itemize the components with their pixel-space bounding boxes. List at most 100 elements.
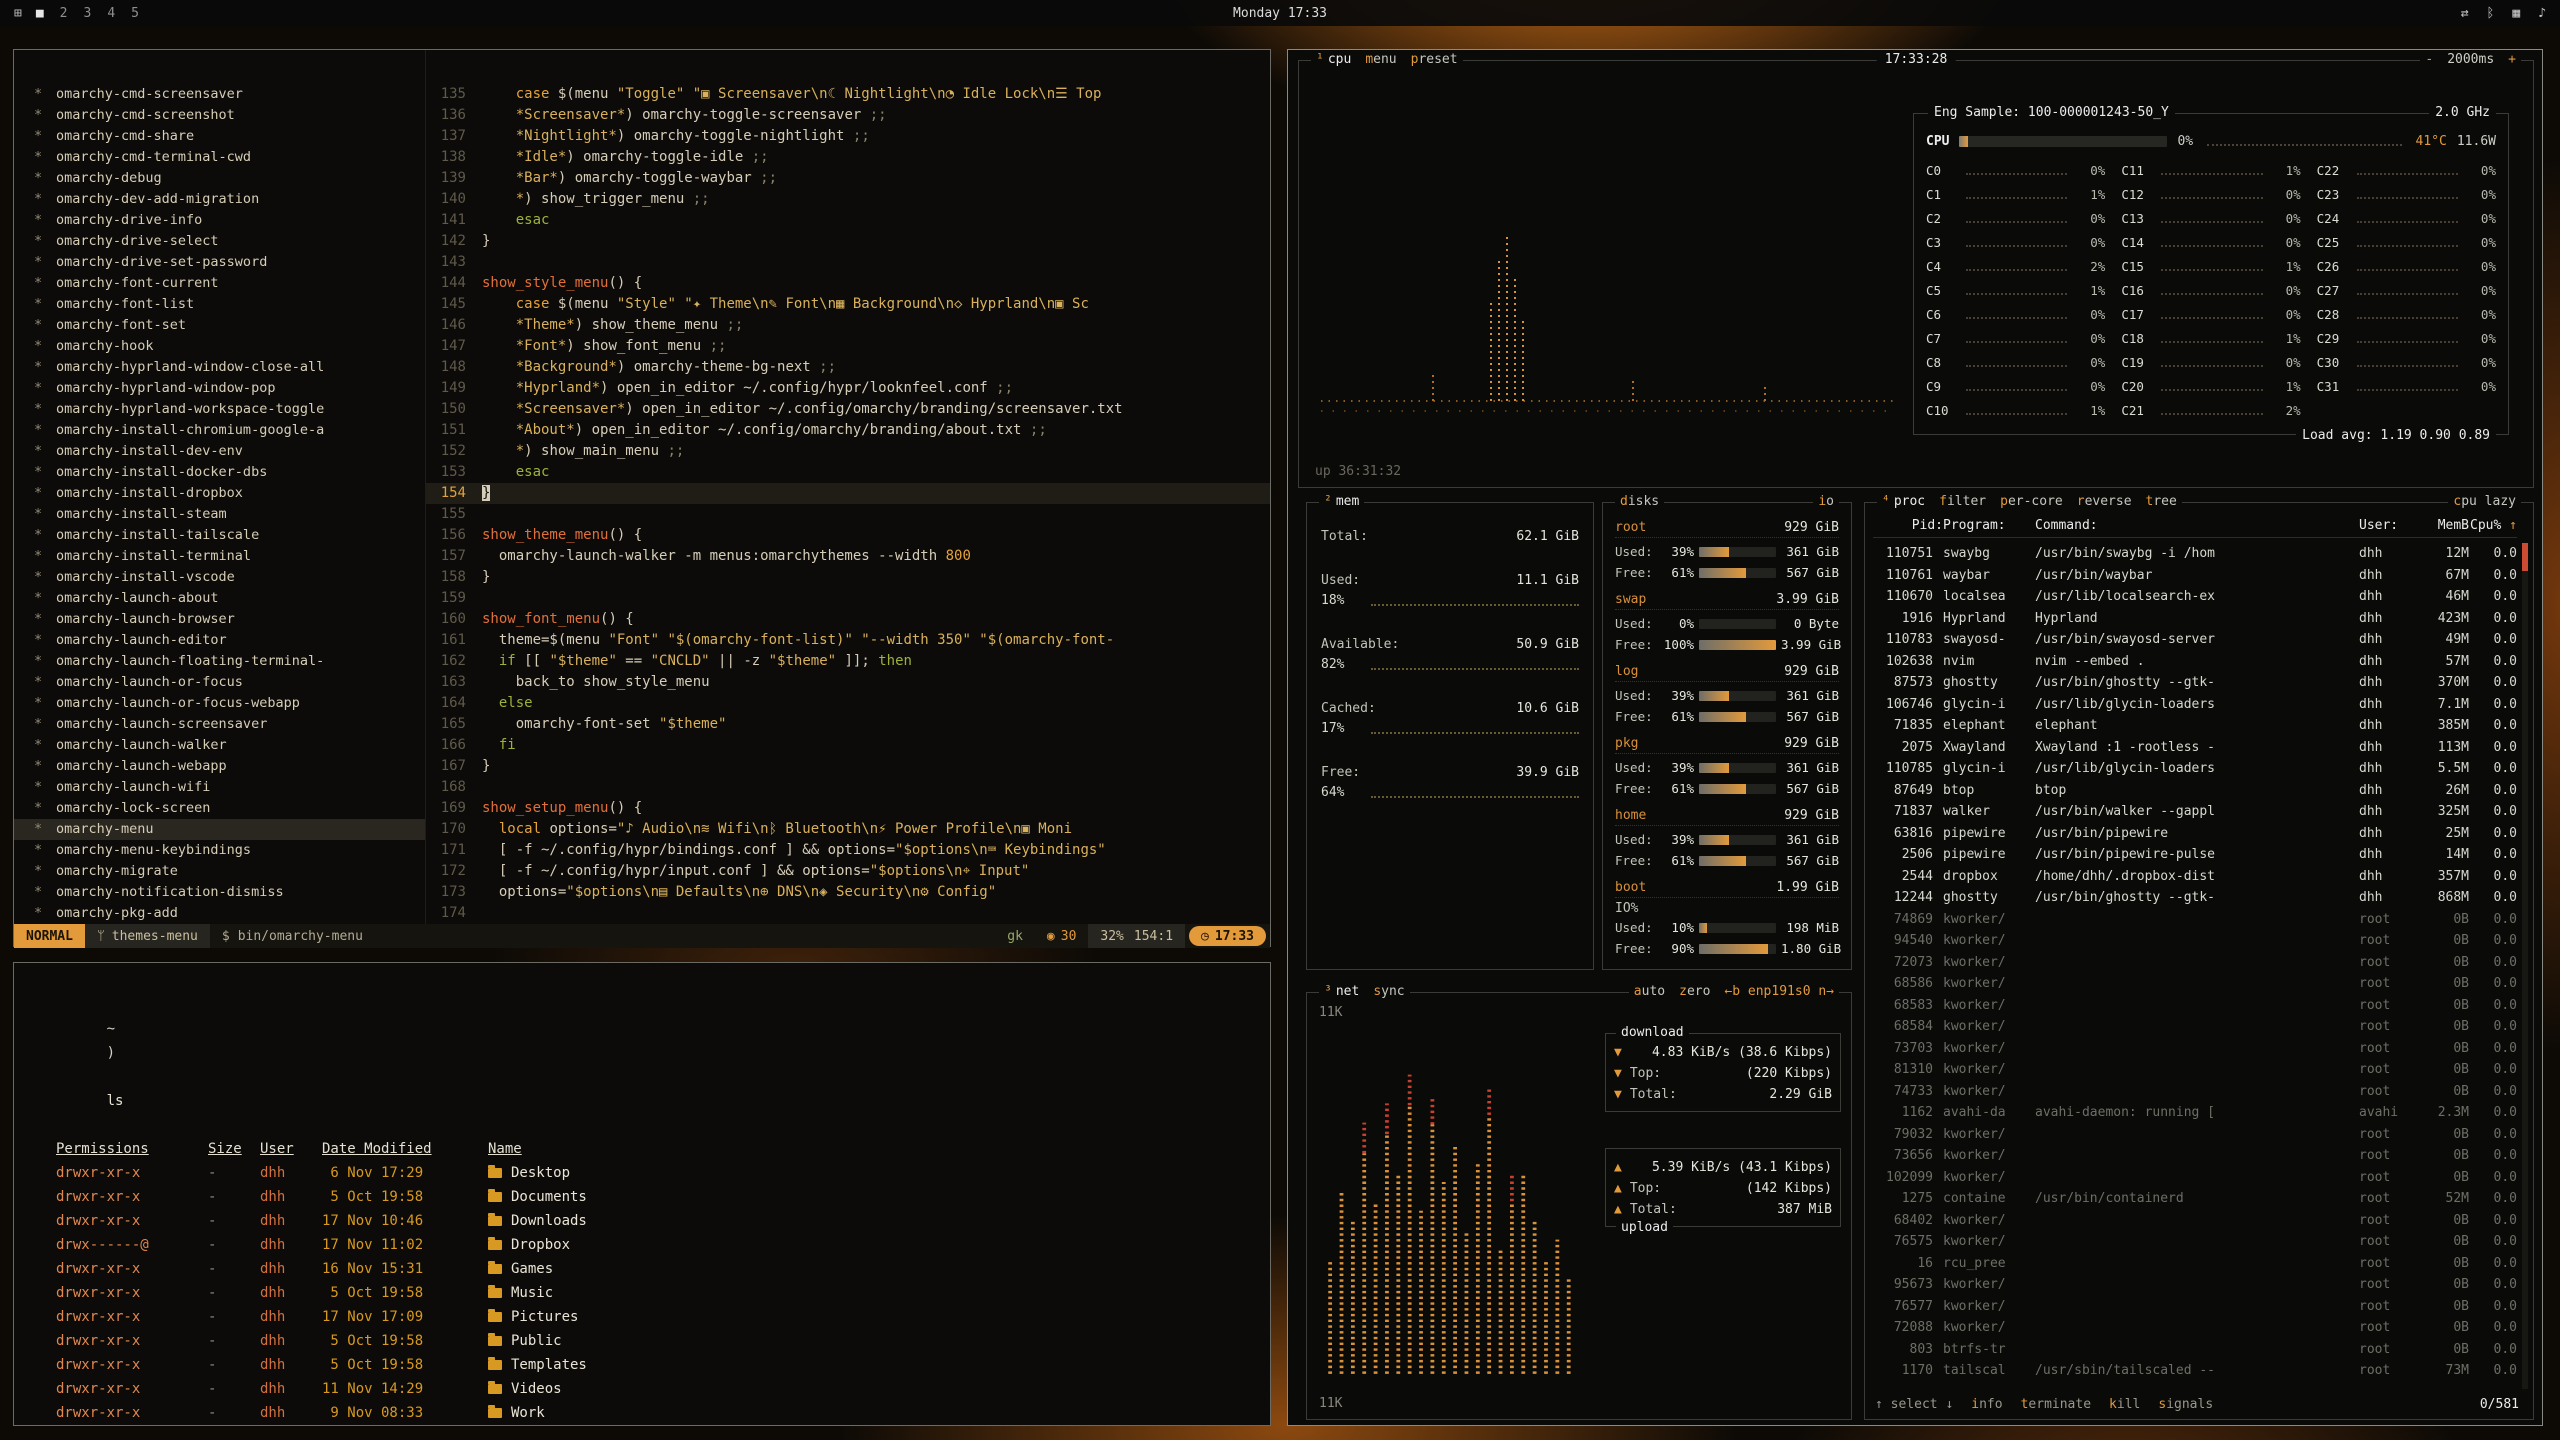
code-line[interactable]: 139 *Bar*) omarchy-toggle-waybar ;; (426, 168, 1270, 189)
select-hint[interactable]: ↑ select ↓ (1875, 1395, 1953, 1415)
code-line[interactable]: 150 *Screensaver*) open_in_editor ~/.con… (426, 399, 1270, 420)
file-list-item[interactable]: * omarchy-install-tailscale (14, 525, 425, 546)
neovim-window[interactable]: * omarchy-cmd-screensaver * omarchy-cmd-… (13, 49, 1271, 947)
file-list-item[interactable]: * omarchy-launch-about (14, 588, 425, 609)
process-scrollbar[interactable] (2522, 543, 2528, 1389)
process-row[interactable]: 110751 swaybg /usr/bin/swaybg -i /hom dh… (1873, 543, 2517, 565)
signals-button[interactable]: signals (2158, 1395, 2213, 1415)
code-line[interactable]: 163 back_to show_style_menu (426, 672, 1270, 693)
file-list-item[interactable]: * omarchy-install-dropbox (14, 483, 425, 504)
code-line[interactable]: 169 show_setup_menu() { (426, 798, 1270, 819)
code-line[interactable]: 143 (426, 252, 1270, 273)
process-row[interactable]: 1170 tailscal /usr/sbin/tailscaled -- ro… (1873, 1360, 2517, 1382)
file-list-item[interactable]: * omarchy-debug (14, 168, 425, 189)
code-line[interactable]: 171 [ -f ~/.config/hypr/bindings.conf ] … (426, 840, 1270, 861)
auto-button[interactable]: auto (1634, 984, 1665, 999)
code-line[interactable]: 168 (426, 777, 1270, 798)
file-list-item[interactable]: * omarchy-lock-screen (14, 798, 425, 819)
file-list-item[interactable]: * omarchy-launch-walker (14, 735, 425, 756)
code-line[interactable]: 155 (426, 504, 1270, 525)
code-line[interactable]: 165 omarchy-font-set "$theme" (426, 714, 1270, 735)
code-line[interactable]: 135 case $(menu "Toggle" "▣ Screensaver\… (426, 84, 1270, 105)
file-list-item[interactable]: * omarchy-dev-add-migration (14, 189, 425, 210)
file-list-item[interactable]: * omarchy-font-current (14, 273, 425, 294)
process-row[interactable]: 72088 kworker/ root 0B 0.0 (1873, 1317, 2517, 1339)
workspace-button[interactable]: 2 (60, 6, 68, 21)
code-line[interactable]: 166 fi (426, 735, 1270, 756)
workspace-button[interactable]: 4 (107, 6, 115, 21)
file-list-item[interactable]: * omarchy-hook (14, 336, 425, 357)
code-line[interactable]: 154 } (426, 483, 1270, 504)
btop-window[interactable]: ¹ cpu menu preset 17:33:28 - 2000ms + (1287, 49, 2543, 1426)
per-core-toggle[interactable]: per-core (2000, 494, 2063, 509)
code-line[interactable]: 174 (426, 903, 1270, 924)
apps-icon[interactable]: ⊞ (14, 6, 22, 21)
process-row[interactable]: 110670 localsea /usr/lib/localsearch-ex … (1873, 586, 2517, 608)
file-list-item[interactable]: * omarchy-install-docker-dbs (14, 462, 425, 483)
file-list-item[interactable]: * omarchy-hyprland-workspace-toggle (14, 399, 425, 420)
workspace-button[interactable]: 5 (131, 6, 139, 21)
process-row[interactable]: 94540 kworker/ root 0B 0.0 (1873, 930, 2517, 952)
code-line[interactable]: 146 *Theme*) show_theme_menu ;; (426, 315, 1270, 336)
col-program[interactable]: Program: (1943, 515, 2035, 537)
code-line[interactable]: 142 } (426, 231, 1270, 252)
process-row[interactable]: 803 btrfs-tr root 0B 0.0 (1873, 1339, 2517, 1361)
process-row[interactable]: 110785 glycin-i /usr/lib/glycin-loaders … (1873, 758, 2517, 780)
code-line[interactable]: 148 *Background*) omarchy-theme-bg-next … (426, 357, 1270, 378)
col-mem[interactable]: MemB (2411, 515, 2469, 537)
file-list-item[interactable]: * omarchy-cmd-screenshot (14, 105, 425, 126)
file-list-item[interactable]: * omarchy-cmd-screensaver (14, 84, 425, 105)
code-line[interactable]: 164 else (426, 693, 1270, 714)
process-row[interactable]: 2506 pipewire /usr/bin/pipewire-pulse dh… (1873, 844, 2517, 866)
code-line[interactable]: 136 *Screensaver*) omarchy-toggle-screen… (426, 105, 1270, 126)
file-list-item[interactable]: * omarchy-drive-select (14, 231, 425, 252)
process-row[interactable]: 16 rcu_pree root 0B 0.0 (1873, 1253, 2517, 1275)
file-list-item[interactable]: * omarchy-launch-floating-terminal- (14, 651, 425, 672)
file-list-item[interactable]: * omarchy-launch-or-focus (14, 672, 425, 693)
preset-button[interactable]: preset (1411, 52, 1458, 67)
code-line[interactable]: 149 *Hyprland*) open_in_editor ~/.config… (426, 378, 1270, 399)
process-row[interactable]: 102099 kworker/ root 0B 0.0 (1873, 1167, 2517, 1189)
tree-toggle[interactable]: tree (2146, 494, 2177, 509)
code-line[interactable]: 167 } (426, 756, 1270, 777)
process-row[interactable]: 110761 waybar /usr/bin/waybar dhh 67M 0.… (1873, 565, 2517, 587)
code-line[interactable]: 156 show_theme_menu() { (426, 525, 1270, 546)
process-row[interactable]: 73703 kworker/ root 0B 0.0 (1873, 1038, 2517, 1060)
code-line[interactable]: 160 show_font_menu() { (426, 609, 1270, 630)
volume-icon[interactable]: ♪ (2538, 6, 2546, 21)
code-line[interactable]: 161 theme=$(menu "Font" "$(omarchy-font-… (426, 630, 1270, 651)
process-row[interactable]: 87649 btop btop dhh 26M 0.0 (1873, 780, 2517, 802)
file-list-item[interactable]: * omarchy-launch-editor (14, 630, 425, 651)
file-list-item[interactable]: * omarchy-font-set (14, 315, 425, 336)
process-row[interactable]: 63816 pipewire /usr/bin/pipewire dhh 25M… (1873, 823, 2517, 845)
process-row[interactable]: 74869 kworker/ root 0B 0.0 (1873, 909, 2517, 931)
code-line[interactable]: 159 (426, 588, 1270, 609)
file-list-item[interactable]: * omarchy-menu (14, 819, 425, 840)
process-row[interactable]: 1275 containe /usr/bin/containerd root 5… (1873, 1188, 2517, 1210)
terminate-button[interactable]: terminate (2021, 1395, 2091, 1415)
code-line[interactable]: 170 local options="♪ Audio\n≋ Wifi\nᛒ Bl… (426, 819, 1270, 840)
file-list-item[interactable]: * omarchy-menu-keybindings (14, 840, 425, 861)
process-row[interactable]: 2075 Xwayland Xwayland :1 -rootless - dh… (1873, 737, 2517, 759)
process-row[interactable]: 68584 kworker/ root 0B 0.0 (1873, 1016, 2517, 1038)
process-row[interactable]: 71837 walker /usr/bin/walker --gappl dhh… (1873, 801, 2517, 823)
file-list-item[interactable]: * omarchy-drive-set-password (14, 252, 425, 273)
code-line[interactable]: 158 } (426, 567, 1270, 588)
process-row[interactable]: 68583 kworker/ root 0B 0.0 (1873, 995, 2517, 1017)
io-tab[interactable]: io (1818, 494, 1834, 509)
process-row[interactable]: 12244 ghostty /usr/bin/ghostty --gtk- dh… (1873, 887, 2517, 909)
menu-button[interactable]: menu (1365, 52, 1396, 67)
code-line[interactable]: 145 case $(menu "Style" "✦ Theme\n✎ Font… (426, 294, 1270, 315)
process-row[interactable]: 73656 kworker/ root 0B 0.0 (1873, 1145, 2517, 1167)
process-row[interactable]: 76575 kworker/ root 0B 0.0 (1873, 1231, 2517, 1253)
code-line[interactable]: 138 *Idle*) omarchy-toggle-idle ;; (426, 147, 1270, 168)
file-list-item[interactable]: * omarchy-cmd-share (14, 126, 425, 147)
file-list-item[interactable]: * omarchy-launch-or-focus-webapp (14, 693, 425, 714)
info-button[interactable]: info (1971, 1395, 2002, 1415)
file-list-item[interactable]: * omarchy-install-chromium-google-a (14, 420, 425, 441)
code-line[interactable]: 157 omarchy-launch-walker -m menus:omarc… (426, 546, 1270, 567)
workspace-button[interactable]: ■ (36, 6, 44, 21)
file-list-item[interactable]: * omarchy-hyprland-window-pop (14, 378, 425, 399)
rate-decrease-button[interactable]: - (2425, 52, 2433, 67)
process-row[interactable]: 76577 kworker/ root 0B 0.0 (1873, 1296, 2517, 1318)
